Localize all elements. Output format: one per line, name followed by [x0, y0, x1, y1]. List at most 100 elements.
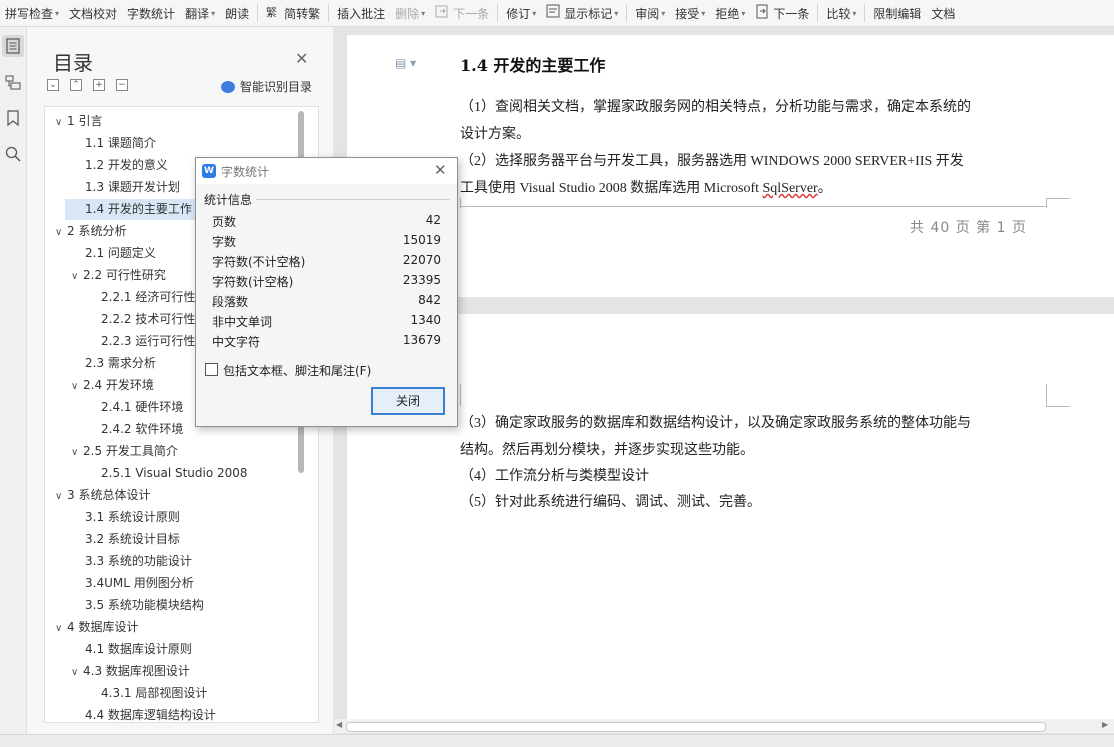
add-heading-icon[interactable]: +	[93, 79, 105, 91]
ribbon-button-11[interactable]: 审阅 ▾	[630, 1, 670, 25]
toc-item-label: 3.5 系统功能模块结构	[85, 598, 204, 612]
toc-item[interactable]: ∨ 2.5 开发工具简介	[71, 441, 178, 462]
toc-item[interactable]: ∨ 3 系统总体设计	[55, 485, 150, 506]
ribbon-button-label: 显示标记	[564, 6, 613, 21]
toc-item[interactable]: 1.2 开发的意义	[85, 155, 168, 176]
toc-item-label: 2.1 问题定义	[85, 246, 156, 260]
toc-item[interactable]: 2.4.2 软件环境	[101, 419, 183, 440]
ribbon-button-13[interactable]: 拒绝 ▾	[710, 1, 750, 25]
ribbon-button-4[interactable]: 朗读	[220, 1, 254, 25]
toc-item[interactable]: 2.5.1 Visual Studio 2008	[101, 463, 248, 484]
horizontal-scrollbar[interactable]: ◀ ▶	[334, 719, 1114, 733]
toc-item[interactable]: 3.1 系统设计原则	[85, 507, 180, 528]
ribbon-button-label: 比较	[826, 6, 851, 21]
stat-label: 字符数(不计空格)	[212, 255, 306, 269]
toc-item-label: 2.2.2 技术可行性	[101, 312, 196, 326]
expand-caret-icon[interactable]: ∨	[55, 486, 67, 507]
close-icon[interactable]: ✕	[434, 161, 447, 179]
toc-item[interactable]: ∨ 2 系统分析	[55, 221, 126, 242]
ribbon-button-2[interactable]: 字数统计	[122, 1, 180, 25]
expand-caret-icon[interactable]: ∨	[71, 662, 83, 683]
remove-heading-icon[interactable]: −	[116, 79, 128, 91]
toc-item[interactable]: ∨ 2.2 可行性研究	[71, 265, 166, 286]
toc-item[interactable]: ∨ 4.3 数据库视图设计	[71, 661, 190, 682]
expand-caret-icon[interactable]: ∨	[55, 112, 67, 133]
toc-icon[interactable]	[2, 35, 24, 57]
word-count-dialog: W 字数统计 ✕ 统计信息 页数 42 字数 15019 字符数(不计空格) 22070 字…	[195, 157, 458, 427]
ribbon-button-7[interactable]: 删除 ▾	[390, 1, 430, 25]
include-textbox-checkbox[interactable]	[205, 363, 218, 376]
ribbon-button-6[interactable]: 插入批注	[332, 1, 390, 25]
toc-item[interactable]: 4.1 数据库设计原则	[85, 639, 192, 660]
toc-item[interactable]: 1.3 课题开发计划	[85, 177, 180, 198]
ribbon-button-14[interactable]: 下一条	[750, 1, 814, 25]
toc-item[interactable]: 1.4 开发的主要工作	[65, 199, 197, 220]
toc-item-label: 2.5 开发工具简介	[83, 444, 178, 458]
margin-corner	[1046, 198, 1070, 199]
stat-value: 13679	[402, 333, 441, 347]
paragraph-1: （1）查阅相关文档，掌握家政服务网的相关特点，分析功能与需求，确定本系统的 设计…	[460, 94, 1060, 148]
toc-item[interactable]: 3.4UML 用例图分析	[85, 573, 194, 594]
toc-item[interactable]: 2.2.2 技术可行性	[101, 309, 195, 330]
toc-item[interactable]: ∨ 2.4 开发环境	[71, 375, 154, 396]
stat-label: 中文字符	[212, 335, 261, 349]
dropdown-arrow-icon: ▾	[532, 8, 537, 18]
ribbon-button-8[interactable]: 下一条	[430, 1, 494, 25]
scroll-left-icon[interactable]: ◀	[336, 720, 342, 729]
toc-item[interactable]: 3.5 系统功能模块结构	[85, 595, 204, 616]
ribbon-button-label: 字数统计	[127, 6, 176, 21]
toc-item[interactable]: 2.2.1 经济可行性	[101, 287, 195, 308]
document-icon[interactable]: ▤ ▾	[395, 56, 416, 70]
paragraph-2-text: 工具使用 Visual Studio 2008 数据库选用 Microsoft	[460, 181, 763, 196]
stat-row: 段落数 842	[212, 293, 441, 313]
toc-item[interactable]: 4.3.1 局部视图设计	[101, 683, 207, 704]
toc-item[interactable]: 3.3 系统的功能设计	[85, 551, 192, 572]
stat-row: 字数 15019	[212, 233, 441, 253]
ribbon-separator	[257, 4, 259, 22]
toc-item[interactable]: 2.2.3 运行可行性	[101, 331, 195, 352]
close-icon[interactable]: ✕	[295, 49, 308, 68]
toc-item[interactable]: 2.1 问题定义	[85, 243, 156, 264]
smart-recognize-icon	[221, 80, 235, 93]
expand-caret-icon[interactable]: ∨	[55, 222, 67, 243]
dropdown-arrow-icon: ▾	[55, 8, 60, 18]
smart-toc-button[interactable]: 智能识别目录	[221, 78, 312, 95]
toc-item[interactable]: 2.3 需求分析	[85, 353, 156, 374]
ribbon-button-16[interactable]: 限制编辑	[868, 1, 926, 25]
footer-rule	[460, 206, 1047, 207]
toc-item[interactable]: 1.1 课题简介	[85, 133, 156, 154]
expand-caret-icon[interactable]: ∨	[71, 266, 83, 287]
toc-item[interactable]: ∨ 4 数据库设计	[55, 617, 138, 638]
toc-item[interactable]: 4.4 数据库逻辑结构设计	[85, 705, 216, 722]
side-icon-rail	[0, 27, 27, 746]
ribbon-button-10[interactable]: 显示标记 ▾	[541, 1, 623, 25]
toc-item[interactable]: 3.2 系统设计目标	[85, 529, 180, 550]
collapse-all-icon[interactable]: ⌄	[47, 79, 59, 91]
expand-all-icon[interactable]: ⌃	[70, 79, 82, 91]
scroll-thumb[interactable]	[346, 722, 1046, 732]
ribbon-button-12[interactable]: 接受 ▾	[670, 1, 710, 25]
include-textbox-label[interactable]: 包括文本框、脚注和尾注(F)	[223, 362, 371, 379]
bookmark-icon[interactable]	[2, 107, 24, 129]
close-button[interactable]: 关闭	[371, 387, 445, 415]
ribbon-button-17[interactable]: 文档	[926, 1, 960, 25]
scroll-right-icon[interactable]: ▶	[1102, 720, 1108, 729]
ribbon-button-9[interactable]: 修订 ▾	[501, 1, 541, 25]
ribbon-button-5[interactable]: 繁简转繁	[261, 1, 325, 25]
page-footer: 共 40 页 第 1 页	[910, 220, 1027, 236]
expand-caret-icon[interactable]: ∨	[71, 376, 83, 397]
navigation-icon[interactable]	[2, 71, 24, 93]
toc-item[interactable]: 2.4.1 硬件环境	[101, 397, 183, 418]
ribbon-button-3[interactable]: 翻译 ▾	[180, 1, 220, 25]
expand-caret-icon[interactable]: ∨	[55, 618, 67, 639]
dialog-titlebar[interactable]: W 字数统计 ✕	[196, 158, 457, 184]
ribbon-button-1[interactable]: 文档校对	[64, 1, 122, 25]
toc-item[interactable]: ∨ 1 引言	[55, 111, 102, 132]
ribbon-button-0[interactable]: 拼写检查 ▾	[0, 1, 64, 25]
ribbon-button-15[interactable]: 比较 ▾	[821, 1, 861, 25]
toc-item-label: 1.3 课题开发计划	[85, 180, 180, 194]
margin-corner	[1046, 406, 1070, 407]
spellcheck-word[interactable]: SqlServer	[763, 181, 818, 196]
expand-caret-icon[interactable]: ∨	[71, 442, 83, 463]
search-icon[interactable]	[2, 143, 24, 165]
